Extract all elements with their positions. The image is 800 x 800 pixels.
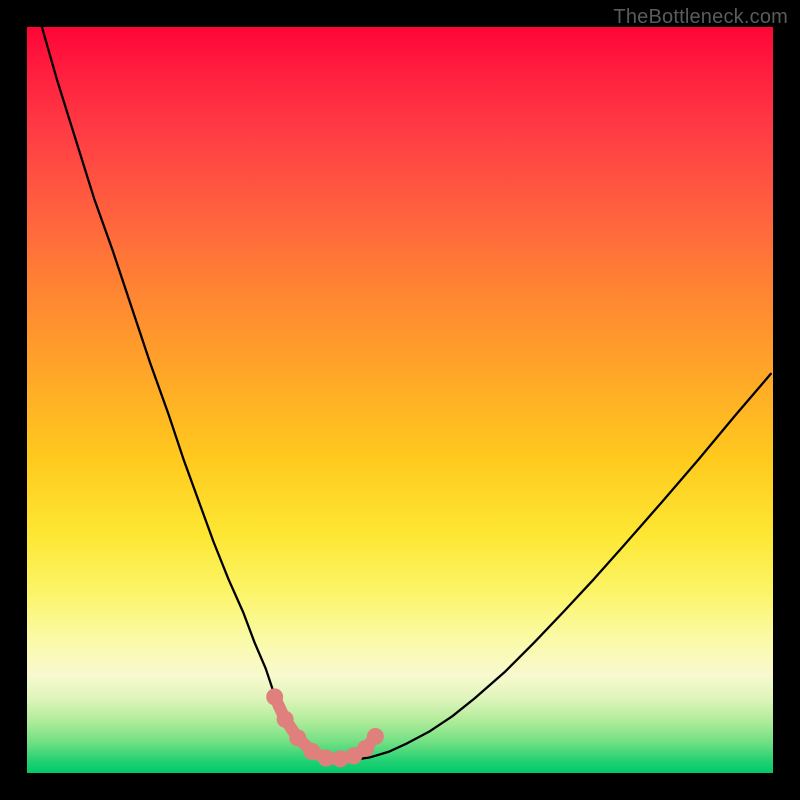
- chart-svg: [27, 27, 773, 773]
- curve-marker-dot: [277, 711, 294, 728]
- curve-line: [42, 27, 771, 760]
- curve-marker-dot: [266, 688, 283, 705]
- chart-stage: TheBottleneck.com: [0, 0, 800, 800]
- bottleneck-curve: [42, 27, 771, 760]
- watermark-text: TheBottleneck.com: [613, 6, 788, 29]
- curve-marker-dot: [367, 728, 384, 745]
- curve-markers: [266, 688, 384, 767]
- plot-area: [27, 27, 773, 773]
- curve-marker-dot: [289, 729, 306, 746]
